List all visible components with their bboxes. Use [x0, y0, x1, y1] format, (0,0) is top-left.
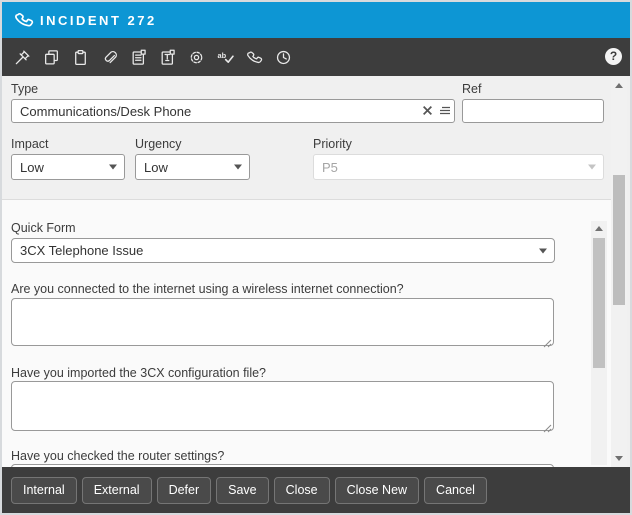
- incident-window: INCIDENT 272 ab ?: [0, 0, 632, 515]
- chevron-down-icon: [234, 165, 242, 170]
- pin-icon[interactable]: [13, 48, 32, 67]
- question-1-textarea[interactable]: [11, 298, 554, 346]
- outer-scroll-thumb[interactable]: [613, 175, 625, 305]
- close-new-button[interactable]: Close New: [335, 477, 419, 504]
- question-1-label: Are you connected to the internet using …: [11, 282, 404, 296]
- chevron-down-icon: [588, 165, 596, 170]
- help-button[interactable]: ?: [605, 48, 622, 65]
- chevron-down-icon: [539, 248, 547, 253]
- attachment-icon[interactable]: [100, 48, 119, 67]
- settings-icon[interactable]: [187, 48, 206, 67]
- ref-input[interactable]: [462, 99, 604, 123]
- type-label: Type: [11, 82, 38, 96]
- question-2-label: Have you imported the 3CX configuration …: [11, 366, 266, 380]
- spellcheck-icon[interactable]: ab: [216, 48, 235, 67]
- defer-button[interactable]: Defer: [157, 477, 212, 504]
- question-3-textarea[interactable]: [11, 464, 554, 467]
- quick-form-select[interactable]: 3CX Telephone Issue: [11, 238, 555, 263]
- type-input[interactable]: [11, 99, 455, 123]
- priority-select: P5: [313, 154, 604, 180]
- type-list-icon[interactable]: [439, 103, 451, 121]
- close-button[interactable]: Close: [274, 477, 330, 504]
- urgency-select[interactable]: Low: [135, 154, 250, 180]
- impact-label: Impact: [11, 137, 49, 151]
- action-bar: Internal External Defer Save Close Close…: [2, 467, 630, 513]
- inner-scrollbar[interactable]: [591, 221, 607, 465]
- urgency-label: Urgency: [135, 137, 182, 151]
- external-button[interactable]: External: [82, 477, 152, 504]
- svg-text:ab: ab: [218, 51, 227, 60]
- urgency-value: Low: [144, 160, 168, 175]
- scroll-up-icon[interactable]: [611, 78, 627, 92]
- chevron-down-icon: [109, 165, 117, 170]
- question-2-textarea[interactable]: [11, 381, 554, 431]
- save-button[interactable]: Save: [216, 477, 269, 504]
- toolbar: ab ?: [2, 38, 630, 76]
- impact-select[interactable]: Low: [11, 154, 125, 180]
- paste-icon[interactable]: [71, 48, 90, 67]
- inner-scroll-thumb[interactable]: [593, 238, 605, 368]
- priority-label: Priority: [313, 137, 352, 151]
- ref-label: Ref: [462, 82, 481, 96]
- quick-form-panel: Quick Form 3CX Telephone Issue Are you c…: [2, 199, 611, 467]
- quick-form-value: 3CX Telephone Issue: [20, 243, 143, 258]
- priority-value: P5: [322, 160, 338, 175]
- pinned-note-icon[interactable]: [158, 48, 177, 67]
- scroll-up-icon[interactable]: [591, 221, 607, 235]
- internal-button[interactable]: Internal: [11, 477, 77, 504]
- history-icon[interactable]: [274, 48, 293, 67]
- quick-form-label: Quick Form: [11, 221, 76, 235]
- incident-phone-icon: [14, 10, 34, 30]
- copy-icon[interactable]: [42, 48, 61, 67]
- impact-value: Low: [20, 160, 44, 175]
- outer-scrollbar[interactable]: [611, 76, 627, 467]
- title-bar: INCIDENT 272: [2, 2, 630, 38]
- page-title: INCIDENT 272: [40, 13, 157, 28]
- clear-type-icon[interactable]: [422, 103, 433, 121]
- cancel-button[interactable]: Cancel: [424, 477, 487, 504]
- notes-icon[interactable]: [129, 48, 148, 67]
- scroll-down-icon[interactable]: [611, 451, 627, 465]
- question-3-label: Have you checked the router settings?: [11, 449, 224, 463]
- form-area: Type Ref Impact Low Urgency Low Priority…: [2, 76, 630, 467]
- phone-icon[interactable]: [245, 48, 264, 67]
